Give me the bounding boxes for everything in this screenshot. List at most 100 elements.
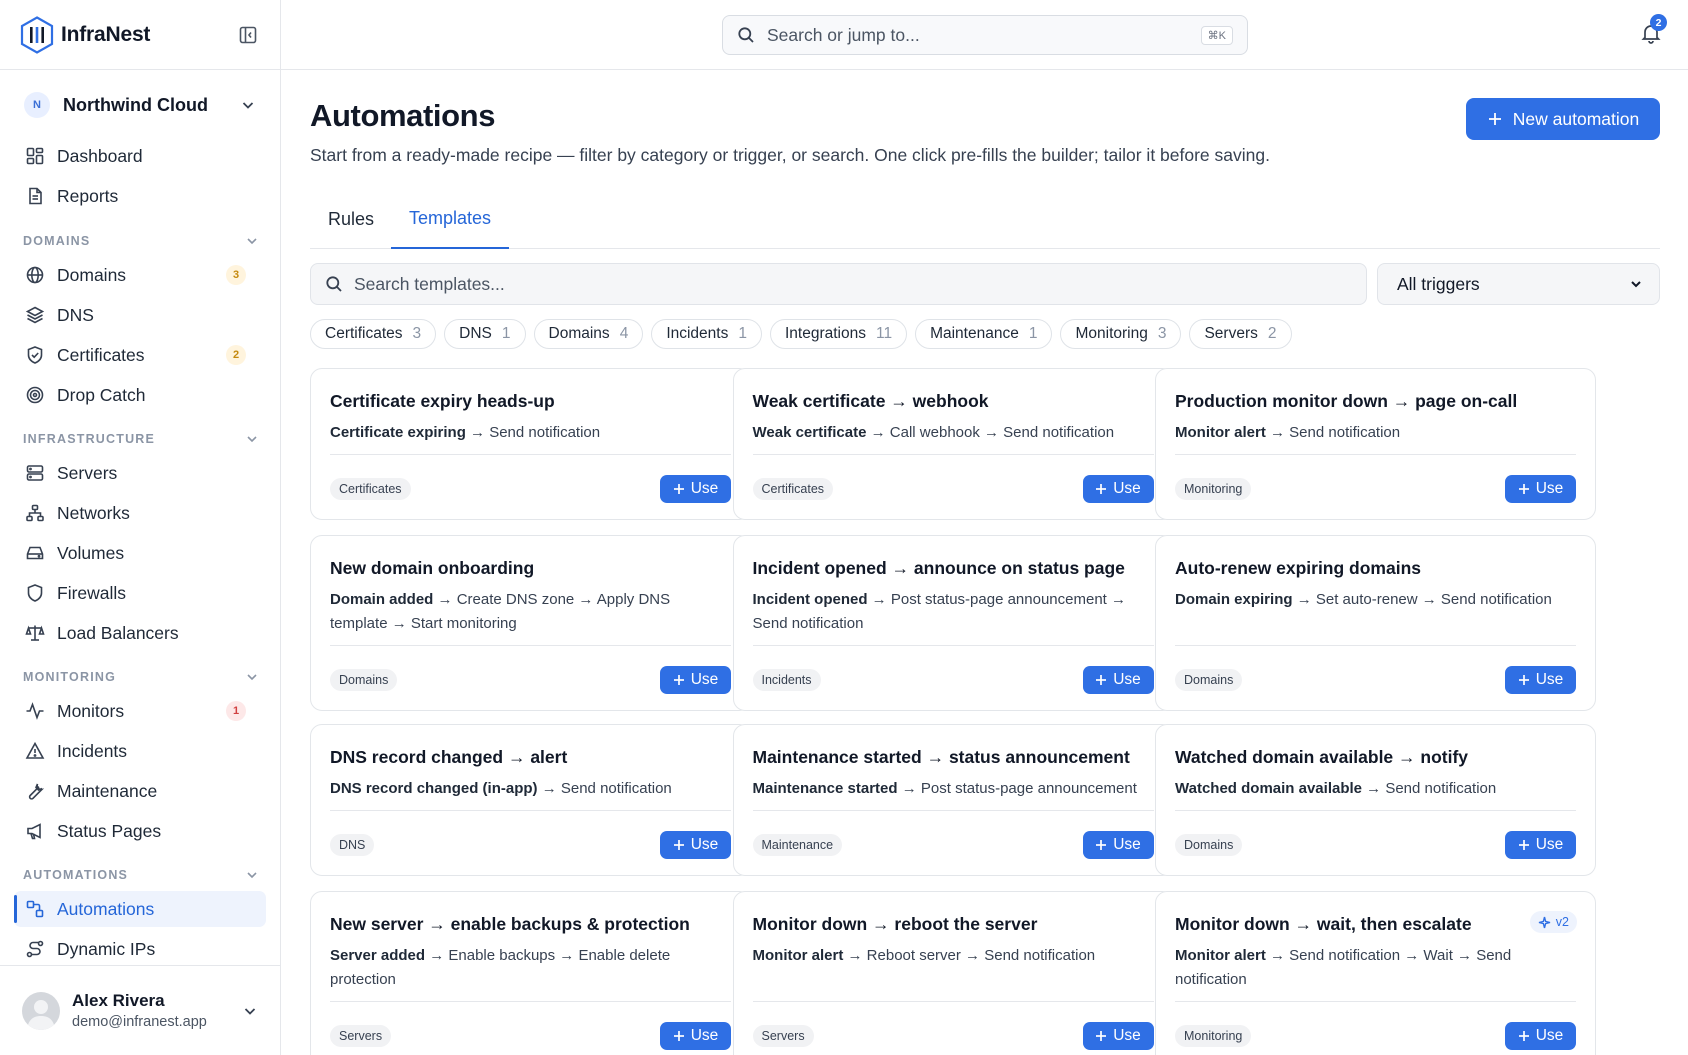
sidebar-item-firewalls[interactable]: Firewalls <box>14 575 266 611</box>
section-header-domains[interactable]: DOMAINS <box>23 233 259 249</box>
category-tag: Domains <box>330 669 398 691</box>
use-template-button[interactable]: Use <box>1082 1022 1154 1050</box>
sidebar-item-dynamic-ips[interactable]: Dynamic IPs <box>14 931 266 967</box>
shield-check-icon <box>27 346 43 364</box>
plus-icon <box>1096 675 1107 685</box>
category-chip[interactable]: Servers 2 <box>1189 319 1292 349</box>
user-menu[interactable]: Alex Rivera demo@infranest.app <box>0 965 280 1055</box>
category-chip[interactable]: Integrations 11 <box>769 319 908 349</box>
use-template-button[interactable]: Use <box>1082 666 1154 694</box>
chevron-down-icon <box>247 436 257 443</box>
category-tag: Monitoring <box>1175 1025 1252 1047</box>
category-chip[interactable]: DNS 1 <box>444 319 526 349</box>
template-card: Auto-renew expiring domains Domain expiri… <box>1155 535 1596 711</box>
sidebar-item-servers[interactable]: Servers <box>14 455 266 491</box>
section-title: AUTOMATIONS <box>23 868 129 882</box>
infranest-logo-icon <box>20 15 54 54</box>
template-steps: → Reboot server → Send notification <box>843 947 1096 964</box>
sidebar-item-monitors[interactable]: Monitors 1 <box>14 693 266 729</box>
globe-icon <box>26 266 44 284</box>
sidebar-item-certificates[interactable]: Certificates 2 <box>14 337 266 373</box>
template-search-input[interactable]: Search templates... <box>310 263 1367 305</box>
trigger-filter-select[interactable]: All triggers <box>1377 263 1660 305</box>
template-flow: Domain added → Create DNS zone → Apply D… <box>330 588 730 635</box>
sidebar-item-label: Volumes <box>57 542 125 563</box>
template-flow: Server added → Enable backups → Enable d… <box>330 944 730 991</box>
tab-rules[interactable]: Rules <box>310 190 392 249</box>
sidebar-item-volumes[interactable]: Volumes <box>14 535 266 571</box>
sidebar-item-automations[interactable]: Automations <box>14 891 266 927</box>
use-template-button[interactable]: Use <box>1082 475 1154 503</box>
chip-label: Domains <box>548 325 610 342</box>
category-tag: Certificates <box>752 478 834 500</box>
sidebar-item-dashboard[interactable]: Dashboard <box>14 138 266 174</box>
use-template-button[interactable]: Use <box>1505 1022 1576 1050</box>
category-chip[interactable]: Domains 4 <box>533 319 644 349</box>
use-template-button[interactable]: Use <box>1505 475 1576 503</box>
card-divider <box>1175 454 1576 455</box>
template-trigger: Maintenance started <box>752 780 898 797</box>
new-automation-button[interactable]: New automation <box>1466 98 1660 140</box>
category-chip[interactable]: Monitoring 3 <box>1060 319 1182 349</box>
category-chip[interactable]: Maintenance 1 <box>915 319 1053 349</box>
chip-count: 1 <box>1028 325 1038 342</box>
card-divider <box>1175 1001 1576 1002</box>
chip-count: 11 <box>875 325 893 342</box>
shield-icon <box>27 584 43 602</box>
plus-icon <box>1096 840 1107 850</box>
collapse-sidebar-icon[interactable] <box>236 23 260 47</box>
template-card: Monitor down → wait, then escalate Monito… <box>1155 891 1596 1055</box>
sidebar-item-label: Networks <box>57 502 130 523</box>
chevron-down-icon <box>247 674 257 681</box>
use-template-button[interactable]: Use <box>660 1022 731 1050</box>
template-title: Watched domain available → notify <box>1175 747 1469 767</box>
use-template-button[interactable]: Use <box>660 666 731 694</box>
section-header-automations[interactable]: AUTOMATIONS <box>23 867 259 883</box>
sidebar-item-maintenance[interactable]: Maintenance <box>14 773 266 809</box>
brand-bar: InfraNest <box>0 0 280 70</box>
chip-count: 1 <box>501 325 511 342</box>
template-steps: → Send notification <box>1265 424 1401 441</box>
template-flow: Maintenance started → Post status-page a… <box>753 777 1153 801</box>
template-card: Incident opened → announce on status pag… <box>732 535 1174 711</box>
sidebar-item-reports[interactable]: Reports <box>14 178 266 214</box>
sidebar-item-load-balancers[interactable]: Load Balancers <box>14 615 266 651</box>
use-template-button[interactable]: Use <box>660 831 731 859</box>
tab-templates[interactable]: Templates <box>391 190 510 249</box>
sidebar-item-domains[interactable]: Domains 3 <box>14 257 266 293</box>
sidebar-item-networks[interactable]: Networks <box>14 495 266 531</box>
sidebar-item-incidents[interactable]: Incidents <box>14 733 266 769</box>
use-template-button[interactable]: Use <box>1505 831 1576 859</box>
chip-count: 3 <box>412 325 422 342</box>
template-trigger: Server added <box>330 947 426 964</box>
card-divider <box>1175 810 1576 811</box>
template-trigger: Domain expiring <box>1175 591 1293 608</box>
search-icon <box>326 276 342 292</box>
card-divider <box>330 1001 731 1002</box>
template-steps: → Set auto-renew → Send notification <box>1292 591 1552 608</box>
use-template-button[interactable]: Use <box>1082 831 1154 859</box>
card-divider <box>330 645 731 646</box>
plus-icon <box>673 840 684 850</box>
section-header-infrastructure[interactable]: INFRASTRUCTURE <box>23 431 259 447</box>
template-trigger: Watched domain available <box>1175 780 1362 797</box>
wrench-icon <box>28 783 45 800</box>
use-template-button[interactable]: Use <box>660 475 731 503</box>
section-header-monitoring[interactable]: MONITORING <box>23 669 259 685</box>
sidebar-item-status-pages[interactable]: Status Pages <box>14 813 266 849</box>
template-flow: DNS record changed (in-app) → Send notif… <box>330 777 730 801</box>
template-flow: Incident opened → Post status-page annou… <box>753 588 1153 635</box>
template-trigger: Certificate expiring <box>330 424 466 441</box>
use-template-button[interactable]: Use <box>1505 666 1576 694</box>
global-search-input[interactable]: Search or jump to... ⌘K <box>722 15 1248 55</box>
sidebar-item-dns[interactable]: DNS <box>14 297 266 333</box>
section-title: INFRASTRUCTURE <box>23 432 156 446</box>
chip-label: Incidents <box>666 325 729 342</box>
template-title: Auto-renew expiring domains <box>1175 558 1421 578</box>
template-trigger: Monitor alert <box>1175 424 1266 441</box>
org-switcher[interactable]: N Northwind Cloud <box>0 70 280 140</box>
category-chip[interactable]: Certificates 3 <box>310 319 437 349</box>
domains-count-badge: 3 <box>226 265 246 285</box>
sidebar-item-drop-catch[interactable]: Drop Catch <box>14 377 266 413</box>
category-chip[interactable]: Incidents 1 <box>651 319 762 349</box>
